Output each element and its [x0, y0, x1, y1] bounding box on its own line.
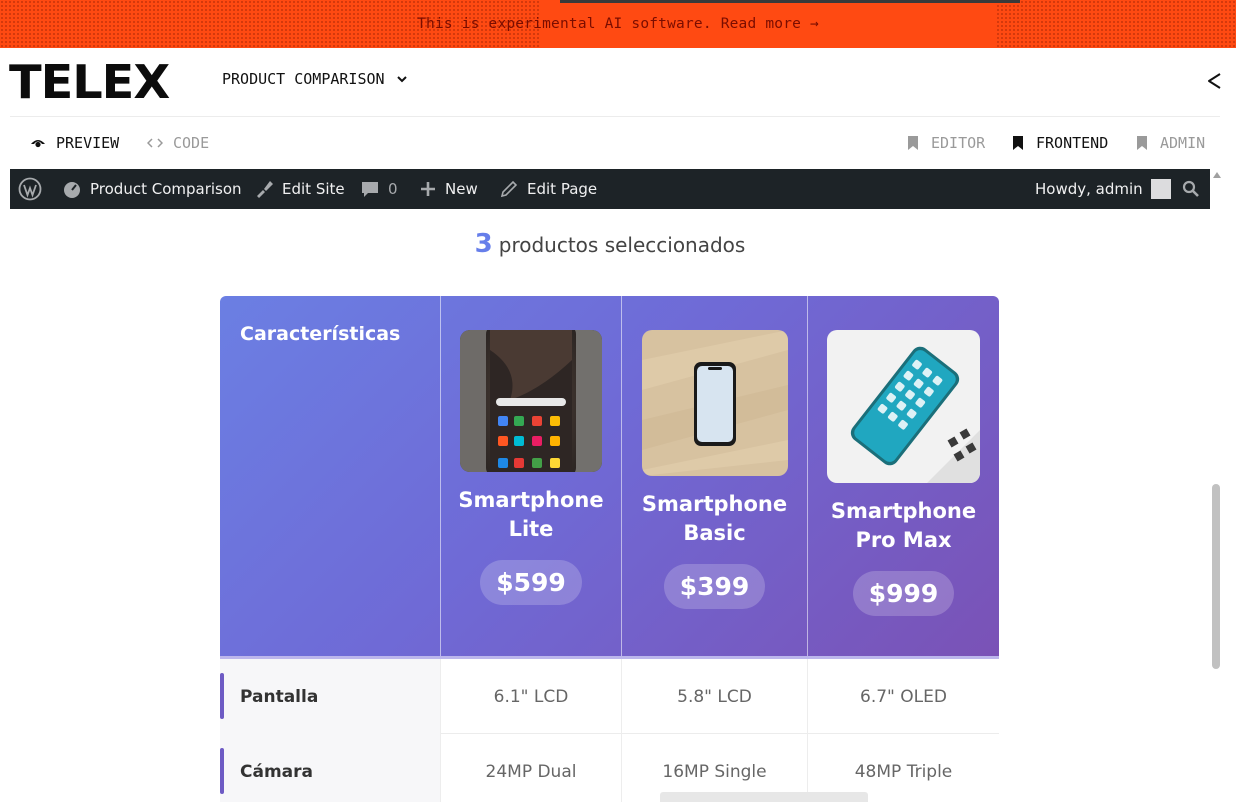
page-content: 3 productos seleccionados Características — [10, 209, 1210, 802]
site-name-label: Product Comparison — [90, 180, 242, 198]
tab-code[interactable]: CODE — [147, 134, 209, 152]
selected-count-line: 3 productos seleccionados — [10, 229, 1210, 259]
banner-top-line — [560, 0, 1020, 3]
view-tabs-bar: PREVIEW CODE EDITOR FRONTEND ADMIN — [10, 116, 1220, 169]
bookmark-icon — [908, 136, 918, 150]
search-icon — [1182, 180, 1199, 197]
tab-editor[interactable]: EDITOR — [905, 134, 985, 152]
tab-editor-label: EDITOR — [931, 134, 986, 152]
edit-page-link[interactable]: Edit Page — [499, 169, 597, 209]
tab-preview-label: PREVIEW — [56, 134, 120, 152]
banner-pattern-right — [996, 0, 1236, 48]
app-header: TELEX PRODUCT COMPARISON — [0, 48, 1236, 116]
product-name: Smartphone Basic — [641, 492, 788, 545]
wordpress-icon — [18, 177, 42, 201]
chevron-down-icon — [396, 76, 407, 83]
telex-logo[interactable]: TELEX — [9, 58, 170, 106]
product-image — [827, 330, 980, 483]
edit-site-link[interactable]: Edit Site — [254, 169, 345, 209]
table-cell: 6.7" OLED — [807, 659, 999, 734]
site-name-link[interactable]: Product Comparison — [62, 169, 242, 209]
table-cell: 6.1" LCD — [440, 659, 621, 734]
pencil-icon — [500, 180, 518, 198]
new-content-link[interactable]: New — [419, 169, 478, 209]
comments-link[interactable]: 0 — [360, 169, 398, 209]
product-column-pro-max: Smartphone Pro Max $999 — [808, 296, 999, 656]
tab-code-label: CODE — [173, 134, 210, 152]
bookmark-icon — [1137, 136, 1147, 150]
scroll-up-arrow-icon[interactable] — [1213, 172, 1221, 178]
table-row: Pantalla 6.1" LCD 5.8" LCD 6.7" OLED — [220, 659, 999, 734]
new-label: New — [445, 180, 478, 198]
experimental-banner[interactable]: This is experimental AI software. Read m… — [0, 0, 1236, 48]
tab-admin[interactable]: ADMIN — [1134, 134, 1205, 152]
page-title: PRODUCT COMPARISON — [222, 70, 385, 88]
row-label: Pantalla — [220, 659, 440, 734]
edit-page-label: Edit Page — [527, 180, 598, 198]
product-column-lite: Smartphone Lite $599 — [441, 296, 621, 656]
table-cell: 5.8" LCD — [621, 659, 807, 734]
tab-frontend[interactable]: FRONTEND — [1010, 134, 1108, 152]
page-title-dropdown[interactable]: PRODUCT COMPARISON — [222, 70, 409, 88]
product-price: $999 — [852, 571, 955, 616]
product-name: Smartphone Pro Max — [830, 499, 977, 552]
tab-admin-label: ADMIN — [1160, 134, 1206, 152]
product-price: $399 — [663, 564, 766, 609]
comments-count: 0 — [388, 180, 398, 198]
eye-icon — [31, 140, 45, 148]
dashboard-icon — [64, 182, 80, 198]
bottom-overlay-tab — [660, 792, 868, 802]
product-price: $599 — [480, 560, 582, 605]
edit-site-label: Edit Site — [282, 180, 345, 198]
wp-admin-bar: Product Comparison Edit Site 0 New Edit … — [10, 169, 1210, 209]
row-label: Cámara — [220, 734, 440, 802]
brush-icon — [257, 181, 273, 198]
search-button[interactable] — [1182, 169, 1200, 209]
share-icon[interactable] — [1204, 70, 1226, 92]
features-header: Características — [240, 323, 401, 345]
wordpress-logo-button[interactable] — [18, 169, 42, 209]
selected-count-number: 3 — [474, 229, 493, 259]
plus-icon — [421, 182, 435, 196]
avatar — [1150, 179, 1171, 199]
tab-frontend-label: FRONTEND — [1036, 134, 1109, 152]
banner-text[interactable]: This is experimental AI software. Read m… — [417, 16, 819, 32]
product-name: Smartphone Lite — [458, 488, 604, 541]
user-account-menu[interactable]: Howdy, admin — [1035, 169, 1171, 209]
comment-icon — [362, 182, 378, 197]
page-scrollbar[interactable] — [1210, 169, 1224, 802]
table-cell: 24MP Dual — [440, 734, 621, 802]
tab-preview[interactable]: PREVIEW — [30, 134, 119, 152]
selected-count-text: productos seleccionados — [498, 233, 746, 257]
table-header: Características Smartphone Lite $599 Sma… — [220, 296, 999, 656]
bookmark-icon — [1013, 136, 1023, 150]
code-icon — [147, 138, 163, 148]
product-image — [460, 330, 602, 472]
table-row: Cámara 24MP Dual 16MP Single 48MP Triple — [220, 734, 999, 802]
comparison-table: Características Smartphone Lite $599 Sma… — [220, 296, 999, 802]
howdy-label: Howdy, admin — [1035, 180, 1143, 198]
scrollbar-thumb[interactable] — [1212, 484, 1220, 669]
product-column-basic: Smartphone Basic $399 — [622, 296, 807, 656]
product-image — [641, 330, 788, 476]
